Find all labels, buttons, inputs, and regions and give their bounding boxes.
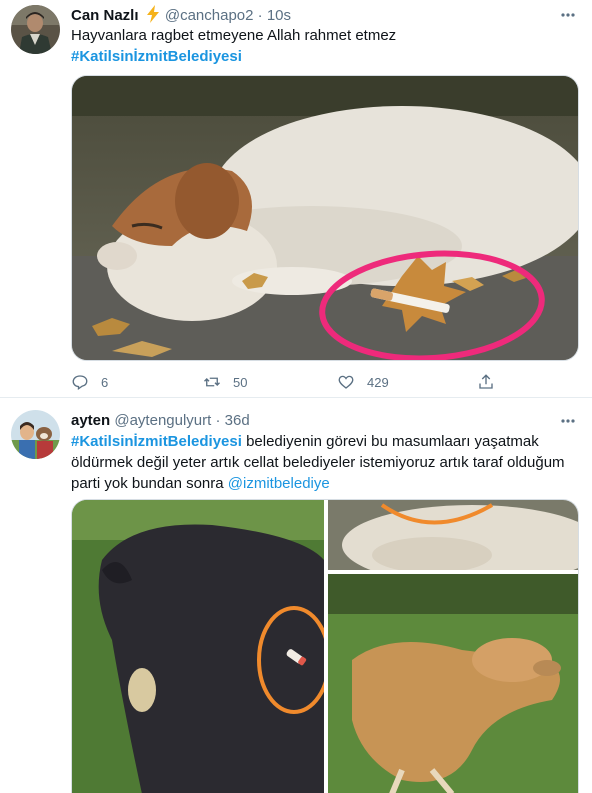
user-handle[interactable]: @canchapo2	[165, 7, 254, 24]
tweet-1[interactable]: Can Nazlı @canchapo2 · 10s Hayvanlara ra…	[0, 0, 592, 398]
avatar[interactable]	[11, 410, 60, 459]
timestamp[interactable]: 10s	[267, 7, 291, 24]
more-options-icon[interactable]	[558, 5, 578, 25]
hashtag-link[interactable]: #KatilsinİzmitBelediyesi	[71, 433, 242, 450]
hashtag-link[interactable]: #KatilsinİzmitBelediyesi	[71, 46, 578, 67]
reply-count: 6	[101, 374, 109, 390]
photo-left[interactable]	[72, 500, 331, 793]
separator-dot: ·	[215, 412, 221, 429]
lightning-icon	[146, 5, 159, 23]
avatar[interactable]	[11, 5, 60, 54]
more-options-icon[interactable]	[558, 411, 578, 431]
reply-button[interactable]: 6	[71, 372, 108, 392]
tweet-header: Can Nazlı @canchapo2 · 10s	[71, 5, 578, 25]
tweet-header: ayten @aytengulyurt · 36d	[71, 411, 578, 431]
photo-bottom-right[interactable]	[328, 574, 579, 793]
tweet-photo-grid	[71, 499, 579, 793]
heart-icon	[338, 375, 354, 389]
dog-photo	[72, 76, 578, 360]
retweet-icon	[204, 377, 220, 387]
share-button[interactable]	[477, 372, 495, 392]
tweet-text-line: Hayvanlara ragbet etmeyene Allah rahmet …	[71, 27, 397, 44]
tweet-photo[interactable]	[71, 75, 579, 361]
retweet-count: 50	[233, 374, 248, 390]
like-count: 429	[367, 374, 389, 390]
timestamp[interactable]: 36d	[225, 412, 250, 429]
tweet-2[interactable]: ayten @aytengulyurt · 36d #Katilsinİzmit…	[0, 399, 592, 793]
photo-grid	[72, 500, 579, 793]
display-name[interactable]: ayten	[71, 412, 110, 429]
like-button[interactable]: 429	[337, 372, 389, 392]
reply-icon	[72, 375, 88, 391]
share-icon	[479, 374, 493, 389]
separator-dot: ·	[257, 7, 263, 24]
user-handle[interactable]: @aytengulyurt	[114, 412, 211, 429]
tweet-text: #KatilsinİzmitBelediyesi belediyenin gör…	[71, 431, 578, 494]
tweet-actions: 6 50 429	[71, 372, 511, 392]
display-name[interactable]: Can Nazlı	[71, 7, 139, 24]
mention-link[interactable]: @izmitbelediye	[228, 475, 330, 492]
retweet-button[interactable]: 50	[203, 372, 247, 392]
tweet-text: Hayvanlara ragbet etmeyene Allah rahmet …	[71, 25, 578, 67]
